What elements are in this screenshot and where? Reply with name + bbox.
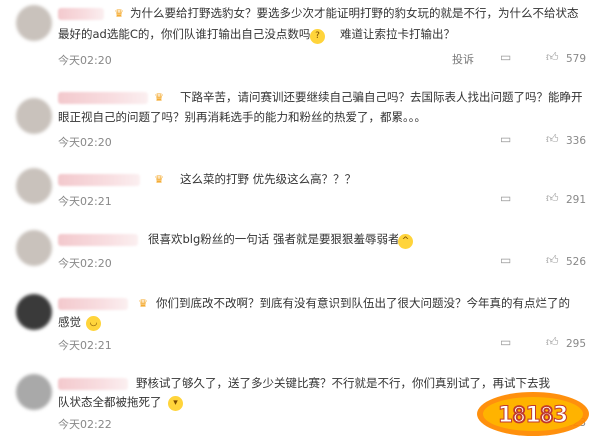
comment-time: 今天02:21: [58, 339, 112, 352]
report-button[interactable]: 投诉: [452, 51, 474, 67]
username[interactable]: [58, 92, 148, 104]
comment-time: 今天02:21: [58, 195, 112, 208]
comment-text-line1: 下路辛苦，请问赛训还要继续自己骗自己吗？去国际表人找出问题了吗？能睁开: [180, 90, 583, 104]
comment-time: 今天02:20: [58, 257, 112, 270]
comment-icon[interactable]: ▭: [500, 132, 511, 146]
like-count: 526: [566, 256, 587, 268]
comment-item-2: ♛ 下路辛苦，请问赛训还要继续自己骗自己吗？去国际表人找出问题了吗？能睁开 眼正…: [0, 84, 600, 164]
thinking-emoji: ?: [310, 29, 325, 44]
comment-time: 今天02:22: [58, 418, 112, 431]
comment-text-line2: 眼正视自己的问题了吗？别再消耗选手的能力和粉丝的热爱了，都累。。。: [58, 110, 426, 124]
comment-icon[interactable]: ▭: [500, 50, 511, 64]
thumbs-down-emoji: ▾: [168, 396, 183, 411]
comment-text: 很喜欢blg粉丝的一句话 强者就是要狠狠羞辱弱者: [148, 232, 398, 246]
site-watermark-logo: 1𝟖1𝟖3: [477, 392, 589, 436]
crown-badge-icon: ♛: [138, 297, 148, 310]
like-icon[interactable]: 👍︎: [546, 335, 559, 350]
crown-badge-icon: ♛: [114, 7, 124, 20]
avatar[interactable]: [16, 374, 52, 410]
comment-text-line1: 为什么要给打野选豹女？要选多少次才能证明打野的豹女玩的就是不行，为什么不给状态: [130, 6, 579, 20]
comment-icon[interactable]: ▭: [500, 335, 511, 349]
comment-icon[interactable]: ▭: [500, 253, 511, 267]
username[interactable]: [58, 234, 138, 246]
like-count: 336: [566, 135, 587, 147]
like-icon[interactable]: 👍︎: [546, 50, 559, 65]
username[interactable]: [58, 174, 140, 186]
username[interactable]: [58, 298, 128, 310]
svg-text:1𝟖1𝟖3: 1𝟖1𝟖3: [498, 403, 568, 428]
avatar[interactable]: [16, 98, 52, 134]
comment-text-line2: 最好的ad选能C的，你们队谁打输出自己没点数吗: [58, 27, 311, 41]
like-icon[interactable]: 👍︎: [546, 253, 559, 268]
comment-item-1: ♛ 为什么要给打野选豹女？要选多少次才能证明打野的豹女玩的就是不行，为什么不给状…: [0, 0, 600, 74]
comment-text-line3: 难道让索拉卡打输出？: [340, 27, 455, 41]
crown-badge-icon: ♛: [154, 91, 164, 104]
crown-badge-icon: ♛: [154, 173, 164, 186]
comment-text-line2: 队状态全都被拖死了: [58, 395, 162, 409]
grinning-emoji: ◡: [86, 316, 101, 331]
comment-text-line1: 你们到底改不改啊？到底有没有意识到队伍出了很大问题没？今年真的有点烂了的: [156, 296, 570, 310]
avatar[interactable]: [16, 230, 52, 266]
avatar[interactable]: [16, 5, 52, 41]
comment-item-5: ♛ 你们到底改不改啊？到底有没有意识到队伍出了很大问题没？今年真的有点烂了的 感…: [0, 290, 600, 354]
avatar[interactable]: [16, 294, 52, 330]
like-count: 295: [566, 338, 587, 350]
like-count: 579: [566, 53, 587, 65]
comment-item-4: 很喜欢blg粉丝的一句话 强者就是要狠狠羞辱弱者 ^ 今天02:20 ▭ 👍︎ …: [0, 226, 600, 276]
username[interactable]: [58, 8, 104, 20]
comment-time: 今天02:20: [58, 54, 112, 67]
like-icon[interactable]: 👍︎: [546, 191, 559, 206]
comment-icon[interactable]: ▭: [500, 191, 511, 205]
like-count: 291: [566, 194, 587, 206]
comment-item-3: ♛ 这么菜的打野 优先级这么高？？？ 今天02:21 ▭ 👍︎ 291: [0, 166, 600, 210]
like-icon[interactable]: 👍︎: [546, 132, 559, 147]
comment-text: 这么菜的打野 优先级这么高？？？: [180, 172, 357, 186]
laughing-crying-emoji: ^: [398, 234, 413, 249]
avatar[interactable]: [16, 168, 52, 204]
username[interactable]: [58, 378, 128, 390]
comment-time: 今天02:20: [58, 136, 112, 149]
